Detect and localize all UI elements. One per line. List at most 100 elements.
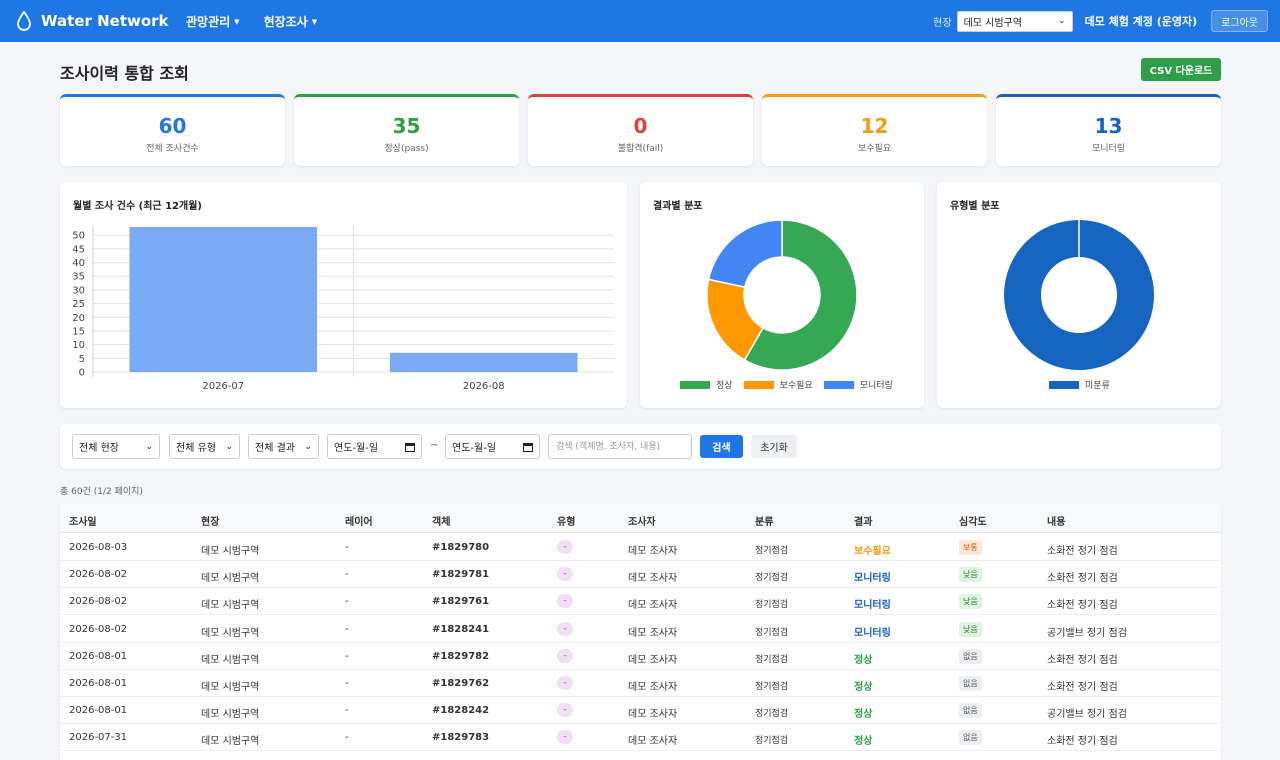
date-to-input[interactable]: 연도-월-일 <box>445 434 540 459</box>
filter-bar: 전체 현장 ⌄ 전체 유형 ⌄ 전체 결과 ⌄ 연도-월-일 ~ 연도-월-일 검색 … <box>60 424 1221 469</box>
stat-label: 전체 조사건수 <box>146 144 199 154</box>
nav-field-survey[interactable]: 현장조사 ▼ <box>264 13 318 30</box>
site-filter-select[interactable]: 전체 현장 ⌄ <box>72 434 160 459</box>
cell-category: 정기점검 <box>755 627 789 638</box>
cell-site: 데모 시범구역 <box>201 709 260 721</box>
cell-site: 데모 시범구역 <box>201 736 260 748</box>
cell-object-link[interactable]: #1829761 <box>432 596 489 607</box>
header-col-layer[interactable]: 레이어 <box>345 513 373 528</box>
header-col-type[interactable]: 유형 <box>557 513 575 528</box>
x-tick-label: 2026-07 <box>202 381 244 392</box>
legend-label: 정상 <box>716 381 733 391</box>
cell-object-link[interactable]: #1828241 <box>432 624 489 635</box>
cell-layer: - <box>345 678 349 689</box>
chevron-down-icon: ⌄ <box>225 441 233 452</box>
legend-item[interactable]: 정상 <box>680 378 733 391</box>
legend-item[interactable]: 모니터링 <box>823 378 893 391</box>
cell-date: 2026-08-01 <box>69 705 128 717</box>
search-input[interactable] <box>548 434 692 459</box>
cell-date: 2026-08-03 <box>69 542 128 553</box>
table-row[interactable]: 2026-08-03 데모 시범구역 - #1829780 - 데모 조사자 정기점검 보수필… <box>60 534 1221 561</box>
header-col-severity[interactable]: 심각도 <box>959 513 987 528</box>
legend-item[interactable]: 보수필요 <box>743 378 813 391</box>
cell-object-link[interactable]: #1829782 <box>432 651 489 662</box>
date-to-value: 연도-월-일 <box>452 443 497 454</box>
cell-content: 소화전 정기 점검 <box>1047 573 1118 585</box>
search-button[interactable]: 검색 <box>700 435 743 458</box>
cell-site: 데모 시범구역 <box>201 546 260 557</box>
table-header: 조사일 현장 레이어 객체 유형 조사자 분류 결과 심각도 내용 <box>60 503 1221 533</box>
brand[interactable]: Water Network <box>16 11 186 31</box>
cell-result: 정상 <box>854 654 873 666</box>
table-row[interactable]: 2026-08-02 데모 시범구역 - #1829761 - 데모 조사자 정기점검 모니터… <box>60 588 1221 616</box>
reset-button[interactable]: 초기화 <box>751 435 797 458</box>
type-chart-legend: 미분류 <box>1049 378 1121 391</box>
cell-object-link[interactable]: #1829783 <box>432 732 489 743</box>
cell-object-link[interactable]: #1829780 <box>432 542 489 553</box>
header-col-object[interactable]: 객체 <box>432 513 450 528</box>
cell-result: 모니터링 <box>854 627 891 639</box>
legend-swatch <box>680 380 710 389</box>
legend-item[interactable]: 미분류 <box>1049 378 1110 391</box>
cell-site: 데모 시범구역 <box>201 627 260 639</box>
y-tick-label: 5 <box>79 354 85 365</box>
cell-type-badge: - <box>557 594 573 609</box>
result-donut-chart <box>706 219 858 371</box>
table-row[interactable]: 2026-08-01 데모 시범구역 - #1828242 - 데모 조사자 정기점검 정상 없… <box>60 697 1221 725</box>
result-filter-select[interactable]: 전체 결과 ⌄ <box>248 434 319 459</box>
cell-content: 소화전 정기 점검 <box>1047 682 1118 693</box>
slice-모니터링[interactable] <box>707 219 783 288</box>
table-row[interactable]: 2026-07-31 데모 시범구역 - #1829783 - 데모 조사자 정기점검 정상 없… <box>60 724 1221 752</box>
cell-date: 2026-08-02 <box>69 569 128 581</box>
stat-value: 60 <box>158 114 187 138</box>
header-col-category[interactable]: 분류 <box>755 513 773 528</box>
stat-value: 0 <box>633 114 648 138</box>
cell-object-link[interactable]: #1829781 <box>432 569 489 580</box>
chevron-down-icon: ⌄ <box>145 441 153 452</box>
header-col-content[interactable]: 내용 <box>1047 513 1065 528</box>
header-col-site[interactable]: 현장 <box>201 513 219 528</box>
logout-button[interactable]: 로그아웃 <box>1211 10 1268 32</box>
cell-severity-badge: 없음 <box>959 730 982 746</box>
cell-severity-badge: 낮음 <box>959 567 982 583</box>
table-row[interactable]: 2026-08-02 데모 시범구역 - #1829781 - 데모 조사자 정기점검 모니터… <box>60 561 1221 589</box>
cell-date: 2026-08-01 <box>69 678 128 689</box>
y-tick-label: 45 <box>72 244 85 255</box>
stat-value: 35 <box>392 114 421 138</box>
site-label: 현장 <box>933 17 952 29</box>
type-filter-select[interactable]: 전체 유형 ⌄ <box>169 434 240 459</box>
date-from-input[interactable]: 연도-월-일 <box>327 434 422 459</box>
stat-value: 13 <box>1094 114 1123 138</box>
site-select[interactable]: 데모 시범구역 ⌄ <box>956 10 1073 32</box>
bar-2026-08[interactable] <box>389 352 578 372</box>
stat-label: 보수필요 <box>857 144 892 154</box>
cell-site: 데모 시범구역 <box>201 600 260 612</box>
cell-content: 공기밸브 정기 점검 <box>1047 627 1127 639</box>
cell-object-link[interactable]: #1829762 <box>432 678 489 689</box>
csv-download-button[interactable]: CSV 다운로드 <box>1141 58 1221 81</box>
table-row[interactable]: 2026-08-02 데모 시범구역 - #1828241 - 데모 조사자 정기점검 모니터… <box>60 616 1221 643</box>
stat-card-total: 60 전체 조사건수 <box>60 94 285 166</box>
header-col-inspector[interactable]: 조사자 <box>628 513 656 528</box>
bar-2026-07[interactable] <box>129 227 318 372</box>
header-col-date[interactable]: 조사일 <box>69 513 97 528</box>
nav-network-management[interactable]: 관망관리 ▼ <box>186 13 240 30</box>
calendar-icon[interactable] <box>405 442 415 452</box>
stat-label: 모니터링 <box>1091 144 1126 154</box>
cell-type-badge: - <box>557 621 573 636</box>
table-row[interactable]: 2026-08-01 데모 시범구역 - #1829782 - 데모 조사자 정기점검 정상 없… <box>60 643 1221 670</box>
stat-card-pass: 35 정상(pass) <box>294 94 519 166</box>
date-from-value: 연도-월-일 <box>334 443 379 454</box>
table-row[interactable]: 2026-08-01 데모 시범구역 - #1829762 - 데모 조사자 정기점검 정상 없… <box>60 670 1221 697</box>
cell-object-link[interactable]: #1828242 <box>432 705 489 716</box>
cell-site: 데모 시범구역 <box>201 654 260 666</box>
result-chart-legend: 정상 보수필요 모니터링 <box>680 378 904 391</box>
chevron-down-icon: ⌄ <box>304 441 312 452</box>
calendar-icon[interactable] <box>523 442 533 452</box>
header-col-result[interactable]: 결과 <box>854 513 872 528</box>
caret-down-icon: ▼ <box>234 18 240 26</box>
type-filter-value: 전체 유형 <box>176 443 216 454</box>
cell-layer: - <box>345 596 349 608</box>
cell-result: 정상 <box>854 736 873 748</box>
cell-result: 정상 <box>854 682 873 693</box>
